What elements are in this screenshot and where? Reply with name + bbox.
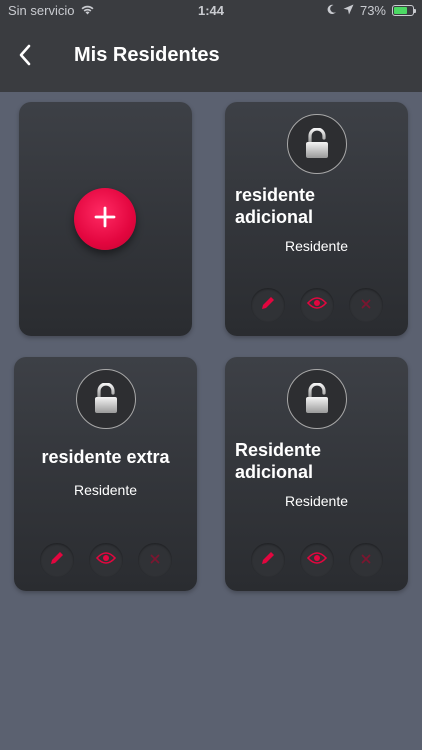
edit-button[interactable]: [250, 543, 285, 577]
card-actions: [225, 543, 408, 577]
add-resident-card[interactable]: [19, 102, 192, 336]
location-arrow-icon: [343, 3, 354, 18]
delete-button[interactable]: [137, 543, 172, 577]
close-icon: [150, 551, 160, 569]
resident-name: Residente adicional: [235, 440, 322, 482]
lock-open-icon: [286, 114, 347, 174]
delete-button[interactable]: [348, 543, 383, 577]
pencil-icon: [260, 550, 276, 571]
resident-card[interactable]: Residente adicional Residente: [225, 357, 408, 591]
resident-name: residente adicional: [235, 185, 316, 227]
close-icon: [361, 296, 371, 314]
view-button[interactable]: [299, 288, 334, 322]
pencil-icon: [49, 550, 65, 571]
delete-button[interactable]: [348, 288, 383, 322]
eye-icon: [306, 551, 327, 570]
nav-header: Mis Residentes: [0, 22, 422, 92]
resident-card[interactable]: residente extra Residente: [14, 357, 197, 591]
battery-icon: [392, 5, 416, 16]
card-actions: [225, 288, 408, 322]
page-title: Mis Residentes: [74, 44, 220, 66]
view-button[interactable]: [299, 543, 334, 577]
resident-role: Residente: [73, 482, 138, 498]
resident-role: Residente: [284, 493, 349, 509]
lock-open-icon: [286, 369, 347, 429]
edit-button[interactable]: [39, 543, 74, 577]
plus-icon: [94, 206, 116, 233]
pencil-icon: [260, 295, 276, 316]
resident-role: Residente: [284, 238, 349, 254]
edit-button[interactable]: [250, 288, 285, 322]
close-icon: [361, 551, 371, 569]
resident-name: residente extra: [41, 447, 170, 467]
add-resident-button[interactable]: [74, 188, 136, 250]
status-right: 73%: [326, 3, 416, 18]
moon-icon: [326, 3, 337, 18]
status-bar: Sin servicio 1:44 73%: [0, 0, 422, 22]
chevron-left-icon: [18, 44, 32, 71]
resident-card[interactable]: residente adicional Residente: [225, 102, 408, 336]
eye-icon: [95, 551, 116, 570]
back-button[interactable]: [8, 40, 42, 74]
card-actions: [14, 543, 197, 577]
eye-icon: [306, 296, 327, 315]
battery-percent: 73%: [359, 3, 386, 18]
lock-open-icon: [75, 369, 136, 429]
view-button[interactable]: [88, 543, 123, 577]
